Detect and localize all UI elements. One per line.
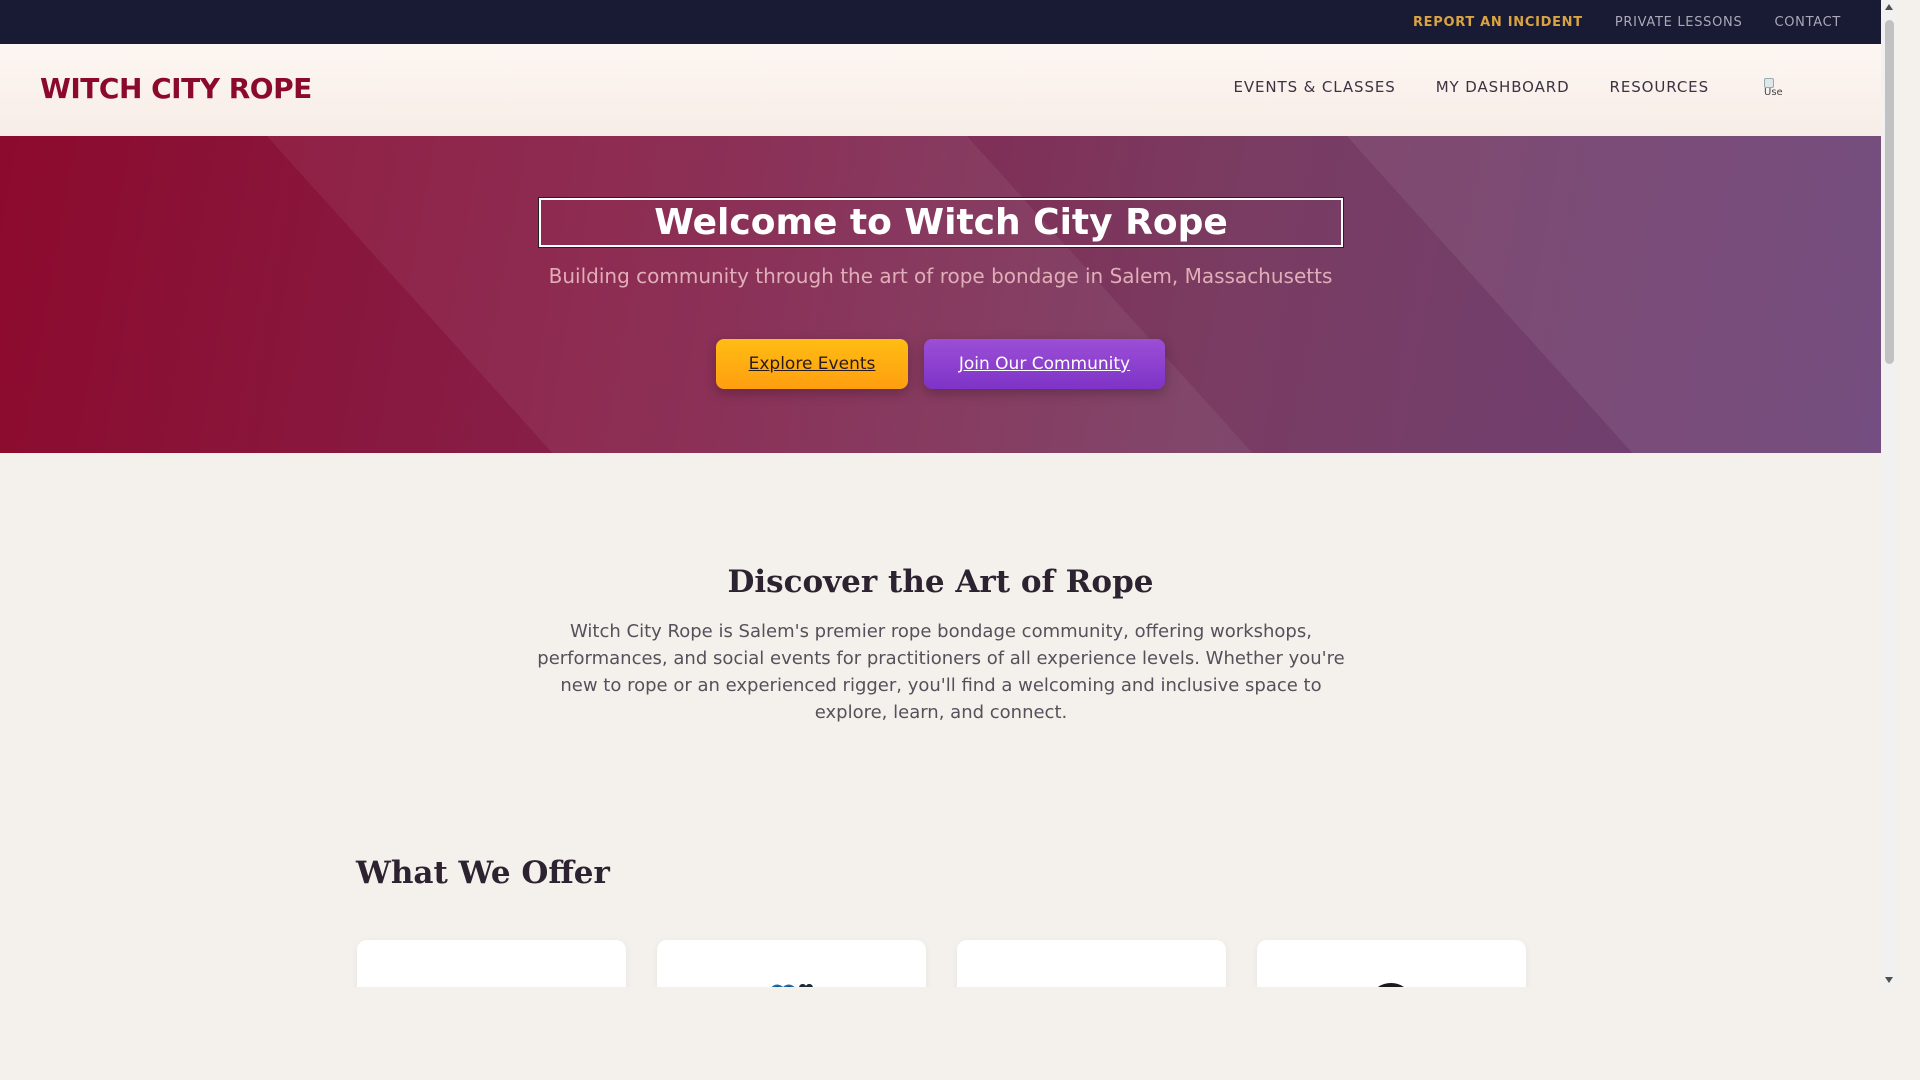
hero-decor-stripe [230,136,1310,453]
offer-card[interactable] [357,940,626,987]
page-viewport: REPORT AN INCIDENT PRIVATE LESSONS CONTA… [0,0,1881,987]
circle-icon [1378,983,1404,987]
scroll-down-icon[interactable] [1885,977,1893,983]
private-lessons-link[interactable]: PRIVATE LESSONS [1615,15,1743,30]
utility-bar: REPORT AN INCIDENT PRIVATE LESSONS CONTA… [0,0,1881,44]
page-scrollbar[interactable] [1881,0,1898,987]
offer-card[interactable] [1257,940,1526,987]
nav-resources[interactable]: RESOURCES [1610,78,1709,96]
nav-events-classes[interactable]: EVENTS & CLASSES [1233,78,1395,96]
site-header: WITCH CITY ROPE EVENTS & CLASSES MY DASH… [0,44,1881,136]
hero-title: Welcome to Witch City Rope [538,197,1344,248]
offer-card[interactable] [657,940,926,987]
hero-section: Welcome to Witch City Rope Building comm… [0,136,1881,453]
window-bottom-area [0,987,1920,1080]
discover-title: Discover the Art of Rope [727,564,1154,600]
offer-title: What We Offer [356,855,610,891]
offer-card[interactable] [957,940,1226,987]
contact-link[interactable]: CONTACT [1774,15,1841,30]
hearts-icon [771,983,813,987]
site-logo[interactable]: WITCH CITY ROPE [40,72,312,105]
user-avatar[interactable]: Use [1764,78,1790,104]
avatar-alt-text: Use [1764,87,1783,98]
report-incident-link[interactable]: REPORT AN INCIDENT [1413,15,1583,30]
hero-subtitle: Building community through the art of ro… [548,264,1333,288]
explore-events-button[interactable]: Explore Events [716,339,908,389]
hero-decor-stripe [1310,136,1881,453]
main-nav: EVENTS & CLASSES MY DASHBOARD RESOURCES [1233,78,1709,96]
join-community-button[interactable]: Join Our Community [924,339,1165,389]
nav-my-dashboard[interactable]: MY DASHBOARD [1436,78,1570,96]
scroll-up-icon[interactable] [1885,4,1893,10]
scrollbar-thumb[interactable] [1885,20,1894,364]
discover-body: Witch City Rope is Salem's premier rope … [537,621,1345,723]
